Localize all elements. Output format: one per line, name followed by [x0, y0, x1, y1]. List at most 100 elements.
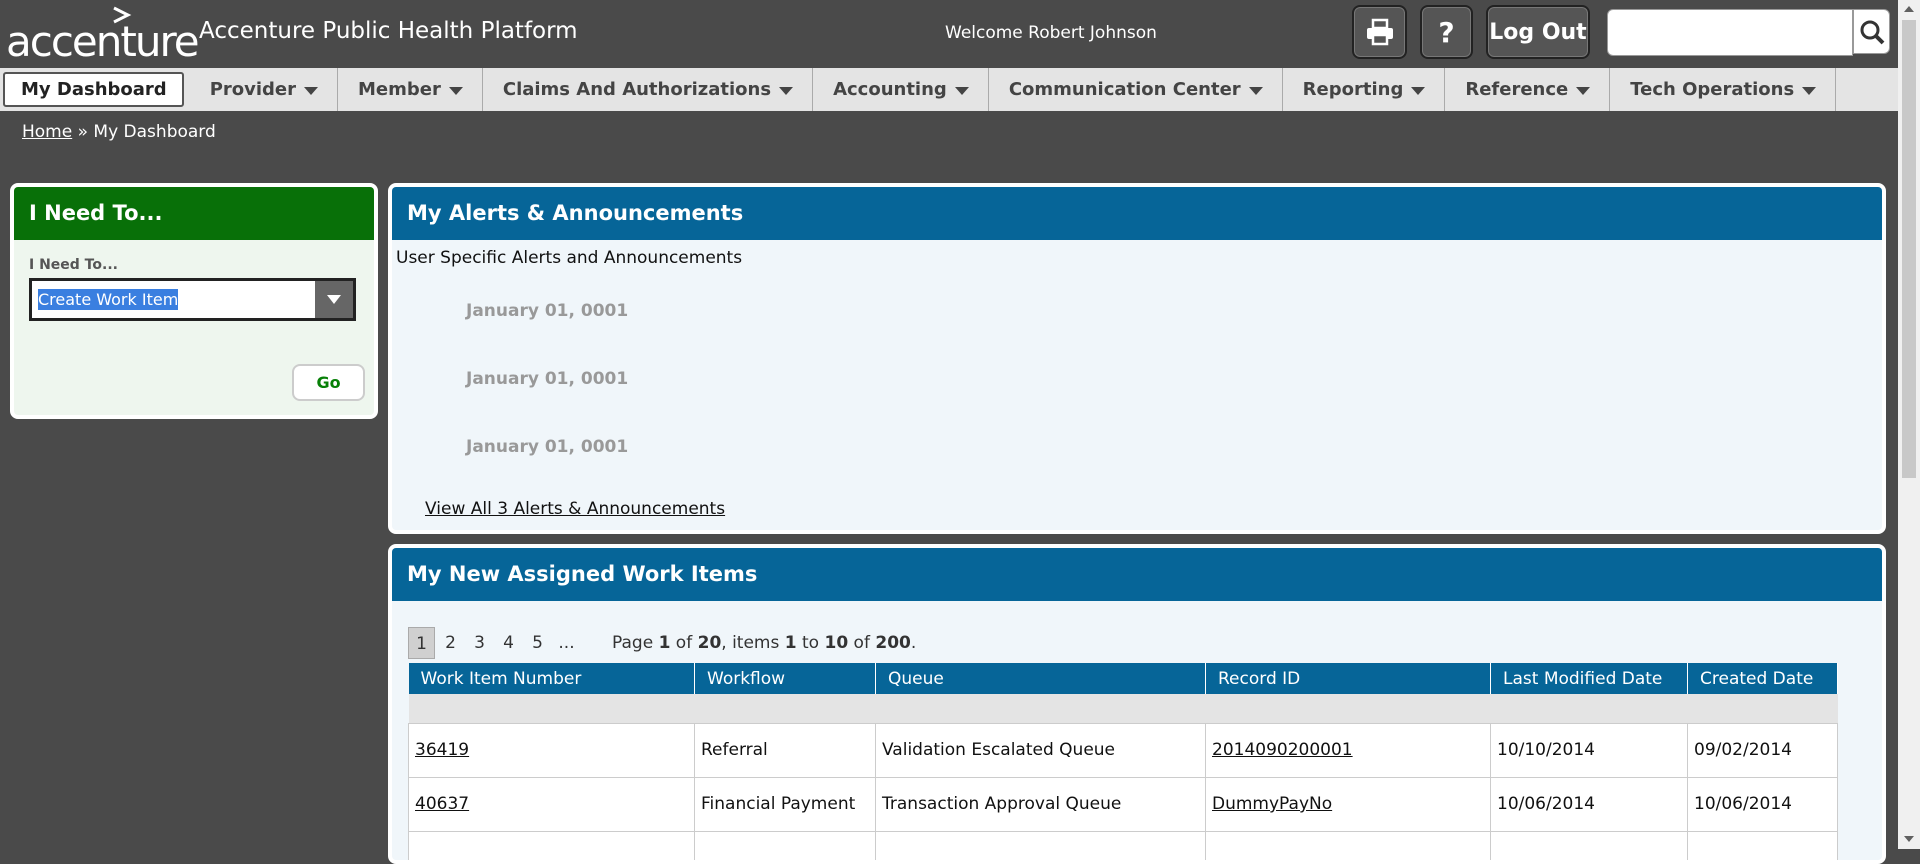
page-info-total-items: 200 [875, 633, 911, 653]
breadcrumb-separator: » [77, 122, 89, 142]
page-info: Page 1 of 20, items 1 to 10 of 200. [612, 633, 916, 653]
workflow-cell: Referral [694, 722, 876, 778]
work-item-number-link[interactable]: 36419 [415, 740, 469, 760]
nav-tech-operations[interactable]: Tech Operations [1610, 68, 1837, 111]
work-item-number-cell [408, 830, 695, 860]
caret-down-icon [1576, 86, 1591, 95]
alerts-panel: My Alerts & Announcements User Specific … [388, 183, 1886, 534]
page-link[interactable]: 2 [437, 627, 464, 659]
work-item-number-cell: 36419 [408, 722, 695, 778]
nav-label: Communication Center [1008, 79, 1241, 100]
pager: 1 2 3 4 5 ... Page 1 of 20, items 1 to 1… [408, 627, 916, 659]
table-header-row: Work Item Number Workflow Queue Record I… [408, 663, 1838, 694]
app-header: accenture Accenture Public Health Platfo… [0, 0, 1898, 68]
breadcrumb: Home » My Dashboard [22, 122, 216, 142]
work-items-panel: My New Assigned Work Items 1 2 3 4 5 ...… [388, 544, 1886, 864]
page-link-current[interactable]: 1 [408, 627, 435, 659]
nav-accounting[interactable]: Accounting [813, 68, 989, 111]
column-header-workflow[interactable]: Workflow [694, 663, 876, 694]
breadcrumb-current: My Dashboard [93, 122, 216, 142]
nav-reporting[interactable]: Reporting [1283, 68, 1446, 111]
work-items-table: Work Item Number Workflow Queue Record I… [408, 663, 1838, 860]
i-need-to-select[interactable]: Create Work Item [29, 278, 356, 321]
caret-down-icon [779, 86, 794, 95]
i-need-to-panel: I Need To... I Need To... Create Work It… [10, 183, 378, 419]
nav-label: Provider [209, 79, 296, 100]
workflow-cell: Financial Payment [694, 776, 876, 832]
print-button[interactable] [1352, 5, 1407, 59]
page-info-text: of [848, 633, 876, 653]
caret-down-icon [1248, 86, 1263, 95]
accenture-logo[interactable]: accenture [6, 6, 200, 64]
page-scrollbar[interactable] [1898, 0, 1920, 849]
page-link[interactable]: 4 [495, 627, 522, 659]
nav-provider[interactable]: Provider [190, 68, 338, 111]
record-id-cell: DummyPayNo [1205, 776, 1491, 832]
alert-date: January 01, 0001 [466, 301, 629, 321]
record-id-cell [1205, 830, 1491, 860]
last-modified-cell: 10/10/2014 [1490, 722, 1688, 778]
nav-my-dashboard[interactable]: My Dashboard [3, 72, 184, 107]
page-info-total-pages: 20 [697, 633, 722, 653]
last-modified-cell: 10/06/2014 [1490, 776, 1688, 832]
view-all-alerts-link[interactable]: View All 3 Alerts & Announcements [425, 499, 725, 519]
table-row [408, 830, 1838, 860]
column-header-queue[interactable]: Queue [875, 663, 1206, 694]
table-row: 40637 Financial Payment Transaction Appr… [408, 776, 1838, 832]
i-need-to-selected-value: Create Work Item [38, 289, 179, 310]
logout-button[interactable]: Log Out [1486, 5, 1590, 59]
page-info-text: , items [721, 633, 785, 653]
i-need-to-title: I Need To... [14, 187, 374, 240]
page-info-from: 1 [784, 633, 797, 653]
main-nav: My Dashboard Provider Member Claims And … [0, 68, 1898, 111]
column-header-record-id[interactable]: Record ID [1205, 663, 1491, 694]
page-link-more[interactable]: ... [553, 627, 580, 659]
alert-date: January 01, 0001 [466, 369, 629, 389]
last-modified-cell [1490, 830, 1688, 860]
queue-cell: Validation Escalated Queue [875, 722, 1206, 778]
work-items-title: My New Assigned Work Items [392, 548, 1882, 601]
created-date-cell: 09/02/2014 [1687, 722, 1838, 778]
queue-cell: Transaction Approval Queue [875, 776, 1206, 832]
column-header-work-item-number[interactable]: Work Item Number [408, 663, 695, 694]
nav-member[interactable]: Member [338, 68, 483, 111]
nav-reference[interactable]: Reference [1445, 68, 1611, 111]
app-title: Accenture Public Health Platform [199, 18, 578, 44]
page-info-text: to [796, 633, 825, 653]
scroll-down-arrow-icon[interactable] [1904, 836, 1914, 842]
search-button[interactable] [1853, 9, 1890, 54]
created-date-cell [1687, 830, 1838, 860]
help-button[interactable]: ? [1420, 5, 1473, 59]
nav-communication-center[interactable]: Communication Center [989, 68, 1283, 111]
column-header-last-modified-date[interactable]: Last Modified Date [1490, 663, 1688, 694]
record-id-cell: 2014090200001 [1205, 722, 1491, 778]
scroll-up-arrow-icon[interactable] [1904, 6, 1914, 12]
search-icon [1860, 20, 1884, 44]
nav-label: Reporting [1302, 79, 1404, 100]
search-input[interactable] [1607, 9, 1853, 56]
page-info-page: 1 [658, 633, 671, 653]
nav-label: Accounting [833, 79, 947, 100]
record-id-link[interactable]: DummyPayNo [1212, 794, 1332, 814]
page-info-to: 10 [824, 633, 849, 653]
page-link[interactable]: 3 [466, 627, 493, 659]
nav-label: My Dashboard [21, 79, 167, 100]
work-item-number-cell: 40637 [408, 776, 695, 832]
go-button[interactable]: Go [292, 364, 365, 401]
alert-date: January 01, 0001 [466, 437, 629, 457]
alerts-subtitle: User Specific Alerts and Announcements [396, 248, 743, 268]
queue-cell [875, 830, 1206, 860]
alerts-title: My Alerts & Announcements [392, 187, 1882, 240]
breadcrumb-home-link[interactable]: Home [22, 122, 72, 142]
page-link[interactable]: 5 [524, 627, 551, 659]
filter-cell [408, 694, 1838, 723]
nav-claims-and-authorizations[interactable]: Claims And Authorizations [483, 68, 814, 111]
record-id-link[interactable]: 2014090200001 [1212, 740, 1353, 760]
page-info-text: Page [612, 633, 659, 653]
scrollbar-thumb[interactable] [1902, 20, 1916, 478]
column-header-created-date[interactable]: Created Date [1687, 663, 1838, 694]
work-item-number-link[interactable]: 40637 [415, 794, 469, 814]
dropdown-arrow-icon[interactable] [315, 281, 353, 318]
nav-label: Reference [1465, 79, 1569, 100]
page-info-text: of [670, 633, 698, 653]
